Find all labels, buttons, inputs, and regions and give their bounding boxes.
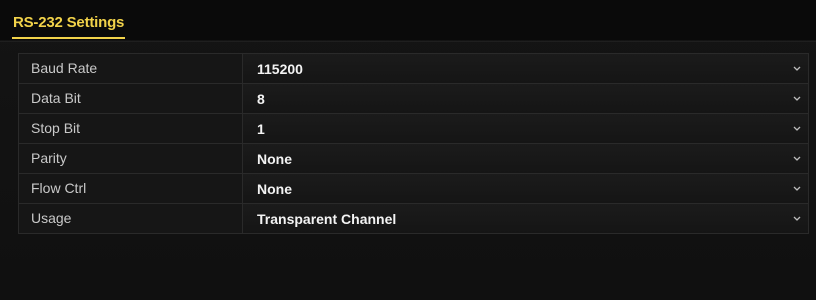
setting-row-flow-ctrl: Flow Ctrl None (19, 174, 808, 204)
data-bit-select[interactable]: 8 (243, 84, 808, 113)
usage-value: Transparent Channel (257, 210, 397, 227)
rs232-settings-window: RS-232 Settings Baud Rate 115200 Data Bi… (0, 0, 816, 300)
setting-row-stop-bit: Stop Bit 1 (19, 114, 808, 144)
stop-bit-label: Stop Bit (19, 114, 243, 143)
chevron-down-icon[interactable] (792, 64, 802, 74)
baud-rate-value: 115200 (257, 60, 303, 77)
chevron-down-icon[interactable] (792, 94, 802, 104)
baud-rate-select[interactable]: 115200 (243, 54, 808, 83)
flow-ctrl-select[interactable]: None (243, 174, 808, 203)
chevron-down-icon[interactable] (792, 124, 802, 134)
data-bit-label: Data Bit (19, 84, 243, 113)
setting-row-data-bit: Data Bit 8 (19, 84, 808, 114)
flow-ctrl-label: Flow Ctrl (19, 174, 243, 203)
stop-bit-select[interactable]: 1 (243, 114, 808, 143)
parity-value: None (257, 150, 292, 167)
setting-row-baud-rate: Baud Rate 115200 (19, 54, 808, 84)
chevron-down-icon[interactable] (792, 184, 802, 194)
usage-label: Usage (19, 204, 243, 233)
data-bit-value: 8 (257, 90, 265, 107)
settings-table: Baud Rate 115200 Data Bit 8 Stop Bit 1 P… (18, 53, 809, 234)
baud-rate-label: Baud Rate (19, 54, 243, 83)
setting-row-usage: Usage Transparent Channel (19, 204, 808, 233)
parity-label: Parity (19, 144, 243, 173)
setting-row-parity: Parity None (19, 144, 808, 174)
chevron-down-icon[interactable] (792, 154, 802, 164)
tab-bar: RS-232 Settings (0, 0, 816, 40)
usage-select[interactable]: Transparent Channel (243, 204, 808, 233)
stop-bit-value: 1 (257, 120, 265, 137)
chevron-down-icon[interactable] (792, 214, 802, 224)
parity-select[interactable]: None (243, 144, 808, 173)
tab-divider (0, 41, 816, 42)
flow-ctrl-value: None (257, 180, 292, 197)
tab-rs232-settings[interactable]: RS-232 Settings (12, 11, 126, 39)
